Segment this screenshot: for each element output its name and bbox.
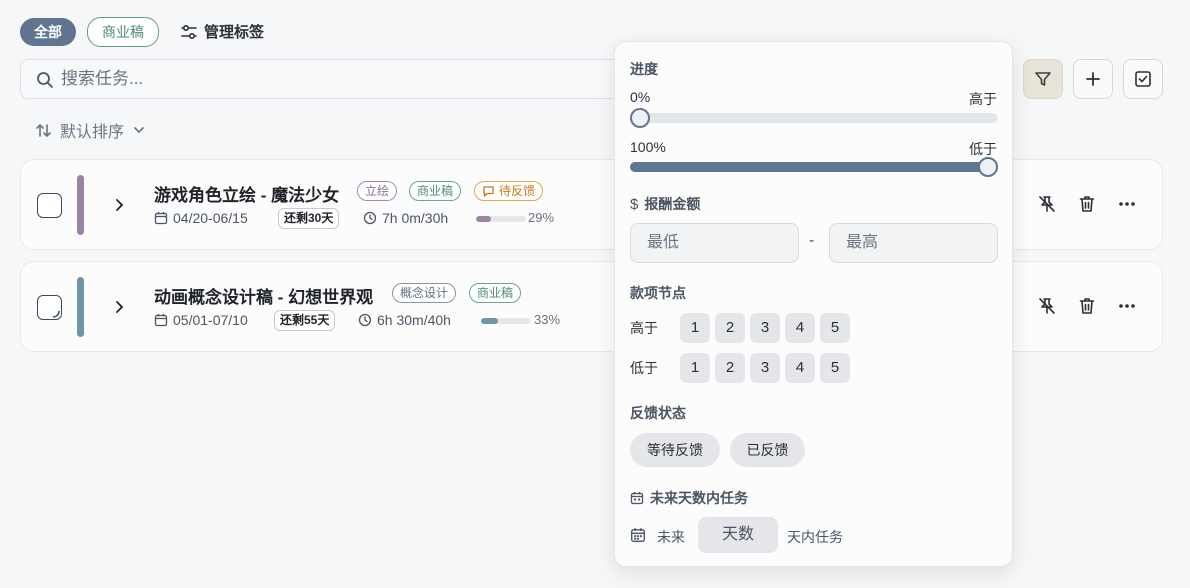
unpin-icon[interactable] xyxy=(1037,296,1057,316)
sliders-icon xyxy=(180,23,198,41)
slider-max-value: 100% xyxy=(630,139,666,155)
task-color-bar xyxy=(77,277,84,337)
filter-icon xyxy=(1034,70,1052,88)
future-suffix: 天内任务 xyxy=(787,529,843,545)
comment-icon xyxy=(482,185,495,198)
sort-dropdown[interactable]: 默认排序 xyxy=(35,118,146,142)
chevron-right-icon[interactable] xyxy=(112,299,126,315)
milestone-below-option[interactable]: 4 xyxy=(785,353,815,383)
milestone-above-option[interactable]: 1 xyxy=(680,313,710,343)
trash-icon[interactable] xyxy=(1077,194,1097,214)
search-icon xyxy=(36,71,54,89)
milestone-below-label: 低于 xyxy=(630,360,658,376)
milestone-below-option[interactable]: 5 xyxy=(820,353,850,383)
feedback-pending-tag: 待反馈 xyxy=(474,181,544,201)
sort-arrows-icon xyxy=(35,122,52,139)
unpin-icon[interactable] xyxy=(1037,194,1057,214)
milestone-above-option[interactable]: 2 xyxy=(715,313,745,343)
search-input[interactable] xyxy=(61,60,621,98)
progress-min-slider[interactable] xyxy=(630,108,998,128)
progress-percent: 29% xyxy=(528,210,555,225)
chevron-right-icon[interactable] xyxy=(112,197,126,213)
amount-title-label: 报酬金额 xyxy=(644,196,701,212)
slider-min-thumb[interactable] xyxy=(630,108,650,128)
future-title-label: 未来天数内任务 xyxy=(650,490,748,506)
task-time: 7h 0m/30h xyxy=(363,210,448,226)
task-checkbox[interactable] xyxy=(37,193,62,218)
clock-icon xyxy=(363,211,377,225)
slider-min-value: 0% xyxy=(630,89,651,105)
calendar-icon xyxy=(630,527,646,543)
filter-button[interactable] xyxy=(1023,59,1063,99)
task-tag: 商业稿 xyxy=(469,283,522,303)
search-box xyxy=(20,59,640,99)
plus-icon xyxy=(1085,71,1101,87)
milestone-above-label: 高于 xyxy=(630,320,658,336)
task-title: 游戏角色立绘 - 魔法少女 xyxy=(154,186,340,205)
time-spent: 6h 30m/40h xyxy=(377,312,451,328)
trash-icon[interactable] xyxy=(1077,296,1097,316)
task-tag: 立绘 xyxy=(357,181,398,201)
progress-bar xyxy=(481,318,531,324)
milestone-above-option[interactable]: 4 xyxy=(785,313,815,343)
more-icon[interactable] xyxy=(1117,296,1137,316)
progress-bar xyxy=(476,216,526,222)
slider-max-side-label: 低于 xyxy=(969,141,997,157)
future-prefix: 未来 xyxy=(657,529,685,545)
manage-tags-button[interactable]: 管理标签 xyxy=(180,21,264,42)
feedback-pending-label: 待反馈 xyxy=(499,184,536,198)
progress-max-slider[interactable] xyxy=(630,157,998,177)
amount-section-title: $ 报酬金额 xyxy=(630,194,700,214)
task-tag: 概念设计 xyxy=(392,283,457,303)
amount-min-input[interactable]: 最低 xyxy=(630,223,799,263)
checkbox-icon xyxy=(1134,70,1152,88)
milestone-above-option[interactable]: 3 xyxy=(750,313,780,343)
days-remaining-badge: 还剩30天 xyxy=(278,208,340,229)
progress-percent: 33% xyxy=(534,312,561,327)
progress-fill xyxy=(476,216,491,222)
days-remaining-badge: 还剩55天 xyxy=(274,310,336,331)
time-spent: 7h 0m/30h xyxy=(382,210,449,226)
more-icon[interactable] xyxy=(1117,194,1137,214)
add-task-button[interactable] xyxy=(1073,59,1113,99)
chevron-down-icon xyxy=(132,123,146,137)
milestone-below-option[interactable]: 3 xyxy=(750,353,780,383)
progress-section-title: 进度 xyxy=(630,61,658,77)
filter-business-pill[interactable]: 商业稿 xyxy=(87,17,159,47)
date-range: 05/01-07/10 xyxy=(173,312,248,328)
filter-popover: 进度 0% 高于 100% 低于 $ 报酬金额 最低 - 最高 款项节点 高于 … xyxy=(614,41,1013,567)
calendar-icon xyxy=(154,313,168,327)
feedback-section-title: 反馈状态 xyxy=(630,405,686,421)
milestone-above-option[interactable]: 5 xyxy=(820,313,850,343)
progress-fill xyxy=(481,318,498,324)
slider-max-fill xyxy=(630,162,998,172)
milestone-below-option[interactable]: 2 xyxy=(715,353,745,383)
amount-max-input[interactable]: 最高 xyxy=(829,223,998,263)
manage-tags-label: 管理标签 xyxy=(204,24,265,41)
filter-all-pill[interactable]: 全部 xyxy=(20,18,76,46)
sort-label: 默认排序 xyxy=(60,124,125,141)
calendar-icon xyxy=(154,211,168,225)
feedback-done-option[interactable]: 已反馈 xyxy=(730,433,805,467)
date-range: 04/20-06/15 xyxy=(173,210,248,226)
calendar-icon xyxy=(630,491,644,505)
task-checkbox[interactable] xyxy=(37,295,62,320)
task-time: 6h 30m/40h xyxy=(358,312,451,328)
task-dates: 05/01-07/10 xyxy=(154,312,248,328)
slider-min-side-label: 高于 xyxy=(969,91,997,107)
future-section-title: 未来天数内任务 xyxy=(630,488,748,508)
task-dates: 04/20-06/15 xyxy=(154,210,248,226)
task-title: 动画概念设计稿 - 幻想世界观 xyxy=(154,288,374,307)
feedback-waiting-option[interactable]: 等待反馈 xyxy=(630,433,720,467)
clock-icon xyxy=(358,313,372,327)
amount-separator: - xyxy=(809,232,815,249)
task-color-bar xyxy=(77,175,84,235)
slider-max-thumb[interactable] xyxy=(978,157,998,177)
task-tag: 商业稿 xyxy=(409,181,462,201)
dollar-icon: $ xyxy=(630,195,639,213)
milestone-section-title: 款项节点 xyxy=(630,285,686,301)
future-days-input[interactable]: 天数 xyxy=(698,517,778,553)
milestone-below-option[interactable]: 1 xyxy=(680,353,710,383)
batch-select-button[interactable] xyxy=(1123,59,1163,99)
